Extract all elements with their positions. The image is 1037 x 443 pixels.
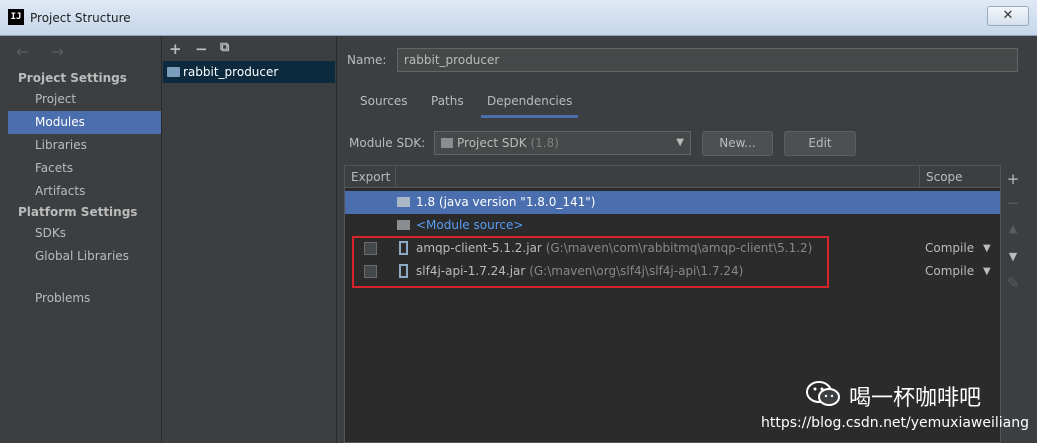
dependency-row-module-source[interactable]: <Module source>: [345, 214, 1000, 237]
edit-dependency-button[interactable]: ✎: [1001, 274, 1025, 292]
name-label: Name:: [347, 53, 387, 67]
module-name-field[interactable]: rabbit_producer: [397, 48, 1018, 72]
module-list-panel: + − ⧉ rabbit_producer: [162, 36, 336, 443]
dependency-name: <Module source>: [416, 218, 524, 232]
move-down-button[interactable]: ▼: [1001, 250, 1025, 263]
tab-dependencies[interactable]: Dependencies: [481, 94, 579, 118]
nav-item-libraries[interactable]: Libraries: [8, 134, 161, 157]
source-folder-icon: [397, 220, 410, 230]
scope-dropdown[interactable]: Compile: [925, 260, 974, 283]
jdk-folder-icon: [397, 197, 410, 207]
add-module-button[interactable]: +: [169, 40, 182, 58]
sdk-value: Project SDK: [457, 136, 527, 150]
remove-module-button[interactable]: −: [195, 40, 208, 58]
edit-sdk-button[interactable]: Edit: [784, 131, 856, 156]
nav-item-problems[interactable]: Problems: [8, 287, 161, 310]
back-forward-arrows[interactable]: ← →: [16, 42, 72, 61]
tab-sources[interactable]: Sources: [354, 94, 413, 118]
window-title: Project Structure: [30, 11, 131, 25]
nav-item-facets[interactable]: Facets: [8, 157, 161, 180]
chevron-down-icon[interactable]: ▼: [983, 260, 991, 283]
module-name: rabbit_producer: [183, 65, 279, 79]
wechat-logo-icon: [806, 381, 840, 406]
nav-item-sdks[interactable]: SDKs: [8, 222, 161, 245]
copy-module-button[interactable]: ⧉: [220, 40, 229, 55]
sdk-version: (1.8): [530, 136, 559, 150]
dependency-name: 1.8 (java version "1.8.0_141"): [416, 195, 596, 209]
chevron-down-icon[interactable]: ▼: [983, 237, 991, 260]
sdk-folder-icon: [441, 138, 453, 148]
nav-item-modules[interactable]: Modules: [8, 111, 161, 134]
add-dependency-button[interactable]: +: [1001, 170, 1025, 188]
close-window-button[interactable]: ✕: [987, 6, 1029, 26]
module-sdk-label: Module SDK:: [349, 136, 426, 150]
module-folder-icon: [167, 67, 180, 77]
column-header-export[interactable]: Export: [345, 166, 396, 188]
settings-nav: ← → Project Settings Project Modules Lib…: [8, 36, 161, 443]
nav-item-artifacts[interactable]: Artifacts: [8, 180, 161, 203]
scope-dropdown[interactable]: Compile: [925, 237, 974, 260]
platform-settings-header: Platform Settings: [18, 205, 138, 219]
dependency-row-sdk[interactable]: 1.8 (java version "1.8.0_141"): [345, 191, 1000, 214]
module-sdk-dropdown[interactable]: Project SDK (1.8) ▼: [434, 131, 691, 155]
nav-item-global-libraries[interactable]: Global Libraries: [8, 245, 161, 268]
watermark-url: https://blog.csdn.net/yemuxiaweiliang: [761, 415, 1029, 431]
watermark-name: 喝一杯咖啡吧: [849, 386, 982, 411]
column-header-name[interactable]: [396, 166, 920, 188]
project-settings-header: Project Settings: [18, 71, 127, 85]
column-header-scope[interactable]: Scope: [920, 166, 1000, 188]
nav-item-project[interactable]: Project: [8, 88, 161, 111]
annotation-highlight-box: [352, 236, 829, 288]
module-item-rabbit-producer[interactable]: rabbit_producer: [163, 61, 335, 83]
move-up-button[interactable]: ▲: [1001, 222, 1025, 235]
tab-paths[interactable]: Paths: [425, 94, 470, 118]
chevron-down-icon: ▼: [676, 137, 684, 148]
remove-dependency-button[interactable]: −: [1001, 194, 1025, 212]
window-titlebar: IJ Project Structure ✕: [0, 0, 1037, 36]
intellij-app-icon: IJ: [8, 9, 24, 25]
new-sdk-button[interactable]: New...: [702, 131, 773, 156]
